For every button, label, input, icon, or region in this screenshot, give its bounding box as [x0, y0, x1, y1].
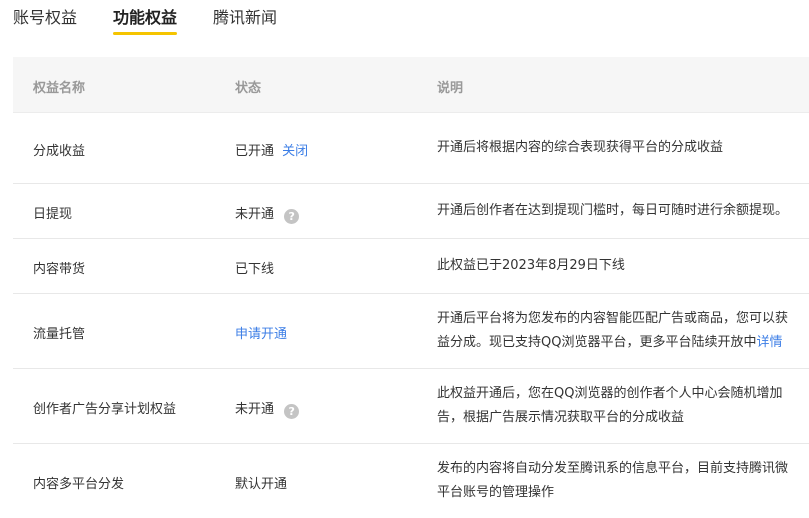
description-line: 发布的内容将自动分发至腾讯系的信息平台，目前支持腾讯微 — [437, 461, 789, 476]
description: 发布的内容将自动分发至腾讯系的信息平台，目前支持腾讯微 平台账号的管理操作 — [437, 457, 788, 505]
description: 此权益开通后，您在QQ浏览器的创作者个人中心会随机增加 告，根据广告展示情况获取… — [437, 382, 782, 430]
status-text: 已下线 — [235, 262, 275, 277]
question-icon[interactable]: ? — [284, 209, 300, 224]
tab-bar: 账号权益 功能权益 腾讯新闻 — [0, 0, 809, 40]
table-row: 日提现 未开通 ? 开通后创作者在达到提现门槛时，每日可随时进行余额提现。 — [13, 184, 809, 239]
status-text: 未开通 — [235, 402, 275, 417]
status-cell: 已开通 关闭 — [235, 140, 308, 159]
description-line: 开通后平台将为您发布的内容智能匹配广告或商品，您可以获 — [437, 311, 789, 326]
description-line: 平台账号的管理操作 — [437, 485, 555, 500]
description-line: 告，根据广告展示情况获取平台的分成收益 — [437, 410, 685, 425]
rights-name: 创作者广告分享计划权益 — [33, 402, 177, 417]
apply-open-link[interactable]: 申请开通 — [235, 323, 287, 342]
description-line: 此权益开通后，您在QQ浏览器的创作者个人中心会随机增加 — [437, 386, 783, 401]
table-row: 分成收益 已开通 关闭 开通后将根据内容的综合表现获得平台的分成收益 — [13, 113, 809, 184]
description: 开通后将根据内容的综合表现获得平台的分成收益 — [437, 140, 724, 155]
table-row: 创作者广告分享计划权益 未开通 ? 此权益开通后，您在QQ浏览器的创作者个人中心… — [13, 369, 809, 444]
rights-table: 权益名称 状态 说明 分成收益 已开通 关闭 开通后将根据内容的综合表现获得平台… — [13, 57, 809, 518]
tab-tencent-news[interactable]: 腾讯新闻 — [213, 4, 277, 28]
table-header: 权益名称 状态 说明 — [13, 57, 809, 113]
close-link[interactable]: 关闭 — [282, 144, 308, 159]
rights-name: 分成收益 — [33, 144, 86, 159]
status-cell: 未开通 ? — [235, 203, 300, 224]
header-description: 说明 — [437, 81, 464, 96]
header-name: 权益名称 — [33, 81, 86, 96]
status-text: 默认开通 — [235, 477, 288, 492]
rights-name: 内容带货 — [33, 262, 86, 277]
table-row: 内容带货 已下线 此权益已于2023年8月29日下线 — [13, 239, 809, 294]
tab-feature-rights[interactable]: 功能权益 — [113, 4, 177, 28]
table-row: 流量托管 申请开通 开通后平台将为您发布的内容智能匹配广告或商品，您可以获 益分… — [13, 294, 809, 369]
rights-name: 流量托管 — [33, 327, 86, 342]
status-cell: 未开通 ? — [235, 398, 300, 419]
status-text: 未开通 — [235, 207, 275, 222]
tab-account-rights[interactable]: 账号权益 — [13, 4, 77, 28]
description-line: 益分成。现已支持QQ浏览器平台，更多平台陆续开放中详情 — [437, 331, 788, 355]
question-icon[interactable]: ? — [284, 404, 300, 419]
description: 开通后创作者在达到提现门槛时，每日可随时进行余额提现。 — [437, 203, 789, 218]
header-status: 状态 — [235, 81, 262, 96]
details-link[interactable]: 详情 — [756, 335, 782, 350]
table-row: 内容多平台分发 默认开通 发布的内容将自动分发至腾讯系的信息平台，目前支持腾讯微… — [13, 444, 809, 518]
rights-name: 日提现 — [33, 207, 73, 222]
active-tab-indicator — [113, 32, 177, 35]
status-text: 已开通 — [235, 144, 275, 159]
description: 开通后平台将为您发布的内容智能匹配广告或商品，您可以获 益分成。现已支持QQ浏览… — [437, 307, 788, 355]
description-text: 益分成。现已支持QQ浏览器平台，更多平台陆续开放中 — [437, 335, 757, 350]
rights-name: 内容多平台分发 — [33, 477, 125, 492]
description: 此权益已于2023年8月29日下线 — [437, 258, 625, 273]
